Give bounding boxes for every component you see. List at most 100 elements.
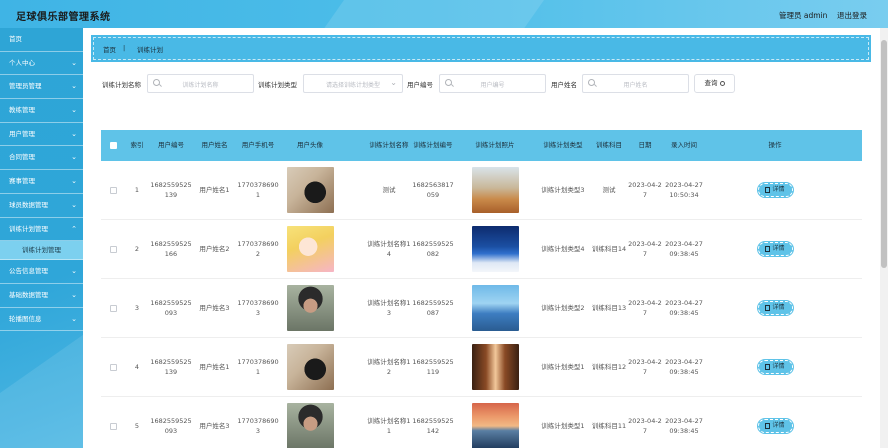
table-header: 索引 用户编号 用户姓名 用户手机号 用户头像 训练计划名称 训练计划编号 训练计划照片 训练计… [101,130,862,161]
cell-subject: 训练科目11 [591,397,627,448]
breadcrumb: 首页 | 训练计划 [91,35,871,62]
cell-created: 2023-04-27 09:38:45 [663,279,705,337]
detail-button[interactable]: 详情 [756,182,794,198]
column-header: 训练计划类型 [535,130,591,161]
query-button[interactable]: 查询 [694,74,735,93]
cell-phone: 17703786903 [236,279,280,337]
user-name-input[interactable]: 用户姓名 [582,74,689,93]
detail-button[interactable]: 详情 [756,418,794,434]
cell-text: 2023-04-27 [628,358,662,376]
cell-plan-no: 1682563817059 [411,161,455,219]
detail-button[interactable]: 详情 [756,300,794,316]
plan-photo-cell [455,161,535,219]
row-checkbox[interactable] [109,304,117,312]
sidebar-item-personal-center[interactable]: 个人中心 ⌄ [0,52,83,76]
scrollbar-thumb[interactable] [881,40,887,268]
detail-button[interactable]: 详情 [756,241,794,257]
cell-text: 训练科目11 [591,422,627,430]
sidebar-item-label: 训练计划管理 [9,224,48,233]
column-header-label: 操作 [768,141,782,149]
plan-photo-image [471,285,519,331]
sidebar-item-label: 赛事管理 [9,177,35,186]
plan-photo-image [471,344,519,390]
cell-user-no: 1682559525139 [149,161,193,219]
sidebar-item-label: 教练管理 [9,106,35,115]
chevron-down-icon: ⌄ [71,106,77,115]
cell-text: 训练计划类型1 [541,363,585,371]
plan-type-select[interactable]: 请选择训练计划类型 ⌄ [303,74,403,93]
cell-text: 测试 [602,186,616,194]
cell-text: 2023-04-27 [628,417,662,435]
cell-user-name: 用户姓名3 [193,397,236,448]
sidebar: 首页 个人中心 ⌄ 管理员管理 ⌄ 教练管理 ⌄ 用户管理 ⌄ 合同管理 ⌄ 赛事管理 ⌄ … [0,28,83,448]
sidebar-item-carousel[interactable]: 轮播图信息 ⌄ [0,308,83,332]
document-icon [765,364,771,370]
sidebar-item-training-plan[interactable]: 训练计划管理 ⌃ [0,218,83,242]
cell-text: 训练科目13 [591,304,627,312]
chevron-down-icon: ⌄ [71,82,77,91]
row-checkbox[interactable] [109,422,117,430]
action-cell: 详情 [745,220,805,278]
row-checkbox[interactable] [109,186,117,194]
breadcrumb-home[interactable]: 首页 [103,44,116,54]
logout-link[interactable]: 退出登录 [837,10,867,21]
sidebar-item-announcement[interactable]: 公告信息管理 ⌄ [0,260,83,284]
cell-plan-type: 训练计划类型2 [535,279,591,337]
action-cell: 详情 [745,161,805,219]
cell-user-no: 1682559525166 [149,220,193,278]
cell-text: 1682559525093 [150,299,192,317]
sidebar-item-player-data[interactable]: 球员数据管理 ⌄ [0,194,83,218]
column-header: 录入时间 [663,130,705,161]
column-header: 训练计划照片 [455,130,535,161]
cell-user-name: 用户姓名3 [193,279,236,337]
chevron-down-icon: ⌄ [71,314,77,323]
cell-text: 17703786903 [237,299,279,317]
row-select-cell [101,397,125,448]
detail-button-label: 详情 [772,363,785,370]
cell-plan-no: 1682559525119 [411,338,455,396]
column-header: 操作 [745,130,805,161]
cell-text: 训练计划名称13 [367,299,411,317]
column-header-label: 训练科目 [596,141,622,149]
cell-text: 1682559525166 [150,240,192,258]
sidebar-item-contract-management[interactable]: 合同管理 ⌄ [0,146,83,171]
column-header-label: 用户姓名 [201,141,228,149]
sidebar-item-basic-data[interactable]: 基础数据管理 ⌄ [0,284,83,308]
cell-text: 2023-04-27 [628,240,662,258]
cell-text: 17703786902 [237,240,279,258]
table-body: 1 1682559525139 用户姓名1 17703786901 测试 16825638… [101,161,862,448]
current-user: 管理员 admin [779,11,828,20]
cell-text: 用户姓名1 [199,186,230,194]
chevron-down-icon: ⌄ [71,177,77,186]
sidebar-item-admin-management[interactable]: 管理员管理 ⌄ [0,75,83,100]
cell-text: 17703786903 [237,417,279,435]
plan-photo-image [471,226,519,272]
column-header-label: 录入时间 [671,141,697,149]
cell-plan-type: 训练计划类型1 [535,397,591,448]
column-header-label: 索引 [130,141,144,149]
select-all-checkbox[interactable] [109,142,117,149]
sidebar-item-home[interactable]: 首页 [0,28,83,52]
column-header: 训练计划编号 [411,130,455,161]
cell-plan-name: 训练计划名称13 [367,279,411,337]
plan-photo-cell [455,279,535,337]
row-checkbox[interactable] [109,363,117,371]
cell-text: 用户姓名1 [199,363,230,371]
cell-created: 2023-04-27 09:38:45 [663,220,705,278]
row-checkbox[interactable] [109,245,117,253]
vertical-scrollbar[interactable] [880,28,888,448]
sidebar-item-match-management[interactable]: 赛事管理 ⌄ [0,170,83,194]
plan-name-input[interactable]: 训练计划名称 [147,74,254,93]
sidebar-item-coach-management[interactable]: 教练管理 ⌄ [0,99,83,123]
cell-index: 4 [125,338,149,396]
cell-text: 测试 [382,186,396,194]
column-header-label: 用户手机号 [241,141,275,149]
cell-text: 用户姓名2 [199,245,230,253]
detail-button[interactable]: 详情 [756,359,794,375]
sidebar-subitem-training-plan[interactable]: 训练计划管理 [0,241,83,261]
sidebar-item-user-management[interactable]: 用户管理 ⌄ [0,123,83,147]
row-select-cell [101,220,125,278]
user-no-label: 用户编号 [407,81,433,89]
document-icon [765,187,771,193]
user-no-input[interactable]: 用户编号 [439,74,546,93]
